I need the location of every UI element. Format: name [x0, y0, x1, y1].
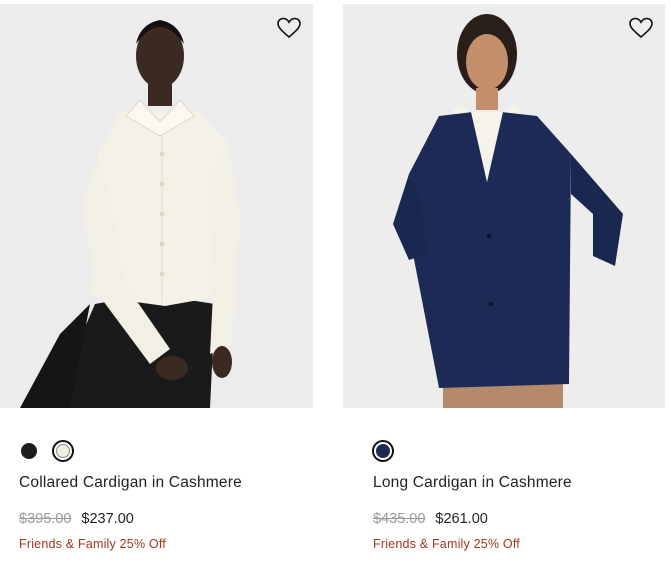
swatch-dot [56, 444, 70, 458]
sale-price: $261.00 [435, 511, 488, 527]
promo-text: Friends & Family 25% Off [19, 537, 166, 551]
swatch-black[interactable] [18, 440, 40, 462]
product-photo-illustration [343, 4, 665, 408]
price-row: $435.00 $261.00 [373, 511, 488, 527]
swatch-dot [376, 444, 390, 458]
product-card[interactable]: Collared Cardigan in Cashmere $395.00 $2… [0, 0, 313, 565]
product-card[interactable]: Long Cardigan in Cashmere $435.00 $261.0… [343, 0, 671, 565]
product-name[interactable]: Long Cardigan in Cashmere [373, 474, 572, 492]
color-swatches [18, 440, 74, 462]
swatch-navy[interactable] [372, 440, 394, 462]
original-price: $395.00 [19, 511, 72, 527]
sale-price: $237.00 [81, 511, 134, 527]
swatch-dot [21, 443, 37, 459]
product-photo-illustration [0, 4, 313, 408]
product-image[interactable] [0, 4, 313, 408]
product-name[interactable]: Collared Cardigan in Cashmere [19, 474, 242, 492]
product-image[interactable] [343, 4, 665, 408]
promo-text: Friends & Family 25% Off [373, 537, 520, 551]
price-row: $395.00 $237.00 [19, 511, 134, 527]
swatch-ivory[interactable] [52, 440, 74, 462]
heart-outline-icon[interactable] [628, 16, 654, 40]
heart-outline-icon[interactable] [276, 16, 302, 40]
original-price: $435.00 [373, 511, 426, 527]
color-swatches [372, 440, 394, 462]
